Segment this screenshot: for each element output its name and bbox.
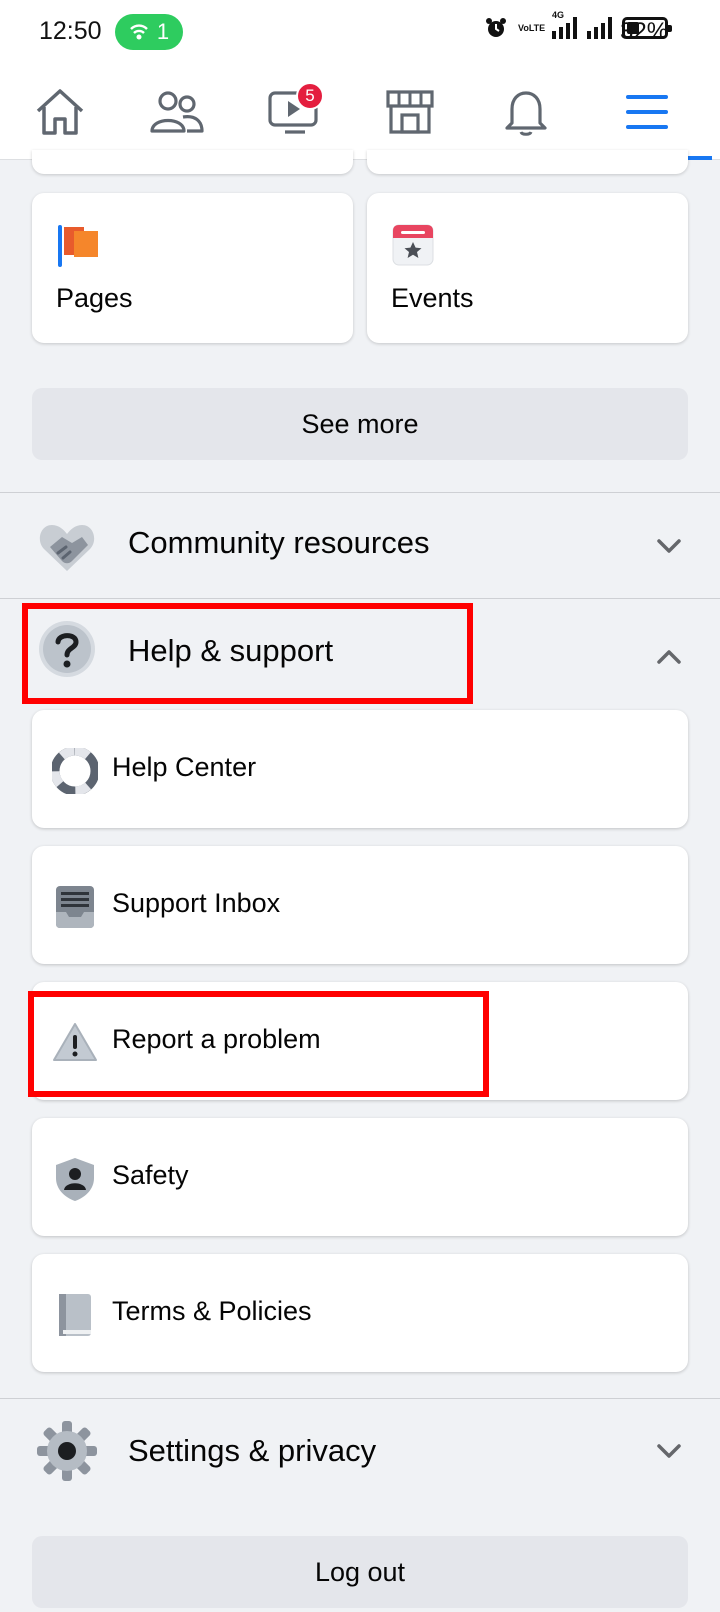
chevron-up-icon [657, 650, 681, 664]
hotspot-count: 1 [156, 19, 170, 44]
volte-indicator: VoLTE [518, 22, 546, 33]
section-community-resources[interactable]: Community resources [0, 495, 720, 595]
signal-4g: 4G [552, 11, 577, 39]
flag-icon [58, 225, 98, 267]
home-icon [36, 89, 84, 135]
status-time: 12:50 [39, 17, 102, 45]
section-help-support[interactable]: Help & support [0, 600, 720, 700]
chevron-down-icon [657, 539, 681, 553]
section-divider [0, 492, 720, 493]
alarm-icon [486, 18, 506, 37]
chevron-down-icon [657, 1444, 681, 1458]
tab-home[interactable] [0, 64, 120, 160]
signal-bars-2-icon [587, 17, 612, 39]
help-item-terms-policies[interactable]: Terms & Policies [32, 1254, 688, 1372]
section-label: Help & support [128, 633, 334, 668]
lifebuoy-icon [52, 748, 98, 794]
section-settings-privacy[interactable]: Settings & privacy [0, 1400, 720, 1500]
book-icon [59, 1294, 91, 1336]
help-item-report-problem[interactable]: Report a problem [32, 982, 688, 1100]
see-more-button[interactable]: See more [32, 388, 688, 460]
inbox-tray-icon [56, 886, 94, 928]
section-divider [0, 598, 720, 599]
help-item-label: Report a problem [112, 1024, 321, 1054]
gear-icon [37, 1421, 97, 1481]
tab-friends[interactable] [117, 64, 237, 160]
shortcut-label: Events [391, 283, 474, 313]
logout-button[interactable]: Log out [32, 1536, 688, 1608]
hotspot-pill: 1 [115, 14, 183, 50]
section-label: Community resources [128, 525, 430, 560]
handshake-heart-icon [39, 525, 95, 571]
status-bar: 12:50 1 VoLTE 4G 32% [0, 0, 720, 64]
calendar-star-icon [392, 224, 434, 266]
section-divider [0, 1398, 720, 1399]
tab-watch[interactable]: 5 [234, 64, 354, 160]
warning-triangle-icon [53, 1023, 97, 1061]
help-item-label: Safety [112, 1160, 189, 1190]
tab-marketplace[interactable] [350, 64, 470, 160]
question-circle-icon [39, 621, 95, 677]
signal-bars-icon [552, 17, 577, 39]
store-icon [386, 90, 434, 134]
shortcut-card-partial[interactable] [32, 150, 353, 174]
network-type-label: 4G [552, 10, 565, 20]
help-item-label: Terms & Policies [112, 1296, 312, 1326]
help-item-help-center[interactable]: Help Center [32, 710, 688, 828]
section-label: Settings & privacy [128, 1433, 377, 1468]
watch-badge: 5 [296, 82, 324, 110]
top-nav-bar: 5 [0, 64, 720, 160]
help-item-label: Support Inbox [112, 888, 281, 918]
friends-icon [150, 91, 204, 133]
tab-menu[interactable] [582, 64, 712, 160]
hotspot-icon [130, 24, 148, 40]
shortcut-card-events[interactable]: Events [367, 193, 688, 343]
help-item-label: Help Center [112, 752, 257, 782]
tab-notifications[interactable] [466, 64, 586, 160]
help-item-safety[interactable]: Safety [32, 1118, 688, 1236]
shield-person-icon [56, 1158, 94, 1201]
shortcut-card-partial[interactable] [367, 150, 688, 174]
help-item-support-inbox[interactable]: Support Inbox [32, 846, 688, 964]
battery-percent: 32% [620, 18, 669, 45]
hamburger-icon [626, 95, 668, 129]
shortcut-card-pages[interactable]: Pages [32, 193, 353, 343]
shortcut-label: Pages [56, 283, 133, 313]
bell-icon [505, 91, 547, 136]
